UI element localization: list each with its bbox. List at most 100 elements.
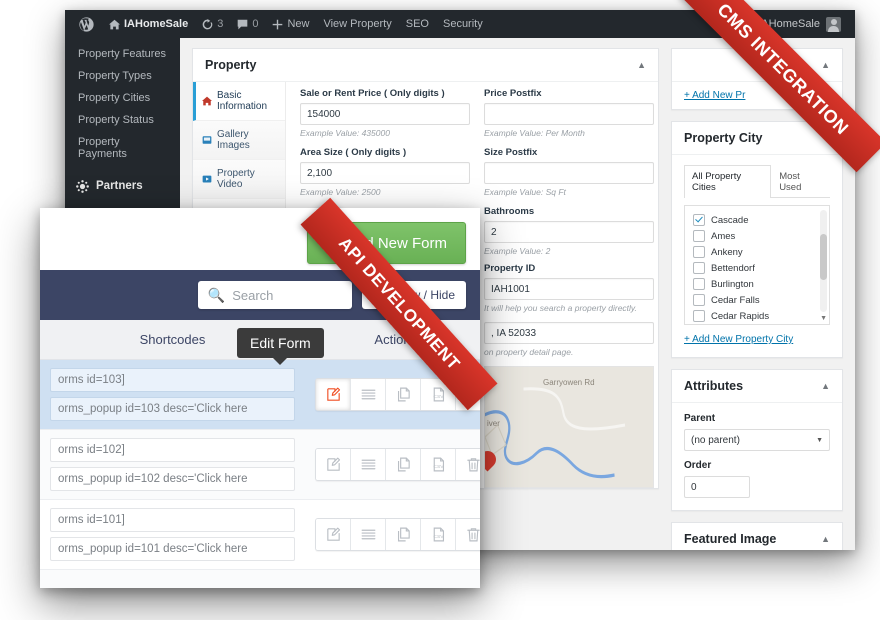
- attributes-header[interactable]: Attributes ▲: [672, 370, 842, 403]
- property-id-input[interactable]: IAH1001: [484, 278, 654, 300]
- table-row[interactable]: [40, 569, 480, 588]
- sidebar-item-partners[interactable]: Partners: [65, 172, 180, 200]
- shortcode-field[interactable]: orms id=102]: [50, 438, 295, 462]
- search-placeholder: Search: [232, 287, 274, 303]
- shortcodes-cell: orms id=102] orms_popup id=102 desc='Cli…: [40, 429, 305, 500]
- delete-icon[interactable]: [456, 449, 480, 480]
- export-csv-icon[interactable]: CSV: [421, 519, 456, 550]
- seo-link[interactable]: SEO: [399, 10, 436, 38]
- partners-icon: [75, 179, 89, 193]
- plus-icon: [273, 19, 283, 29]
- list-item[interactable]: Cedar Rapids: [685, 308, 829, 324]
- view-property-link[interactable]: View Property: [316, 10, 398, 38]
- edit-form-icon[interactable]: [316, 449, 351, 480]
- checkbox-bettendorf[interactable]: [693, 262, 705, 274]
- checkbox-burlington[interactable]: [693, 278, 705, 290]
- city-label: Burlington: [711, 278, 754, 290]
- wordpress-icon[interactable]: [71, 10, 102, 38]
- chevron-down-icon[interactable]: ▼: [820, 315, 827, 322]
- tab-all-property-cities[interactable]: All Property Cities: [684, 165, 772, 198]
- duplicate-icon[interactable]: [386, 379, 421, 410]
- bathrooms-input[interactable]: 2: [484, 221, 654, 243]
- chevron-up-icon[interactable]: ▲: [821, 381, 830, 391]
- security-link[interactable]: Security: [436, 10, 490, 38]
- checkbox-cascade[interactable]: [693, 214, 705, 226]
- size-postfix-input[interactable]: [484, 162, 654, 184]
- chevron-up-icon[interactable]: ▲: [821, 60, 830, 70]
- sidebar-item-property-payments[interactable]: Property Payments: [65, 131, 180, 165]
- featured-image-title: Featured Image: [684, 532, 777, 546]
- shortcode-field[interactable]: orms id=103]: [50, 368, 295, 392]
- price-postfix-input[interactable]: [484, 103, 654, 125]
- delete-icon[interactable]: [456, 519, 480, 550]
- page-title: Property: [205, 58, 257, 72]
- checkbox-ames[interactable]: [693, 230, 705, 242]
- sidebar-item-property-types[interactable]: Property Types: [65, 65, 180, 87]
- scrollbar[interactable]: [820, 210, 827, 312]
- tooltip-edit-form: Edit Form: [237, 328, 324, 365]
- admin-bar-site[interactable]: IAHomeSale: [102, 10, 195, 38]
- list-item[interactable]: Cedar Falls: [685, 292, 829, 308]
- field-label-area-size: Area Size ( Only digits ): [300, 147, 407, 158]
- new-content-button[interactable]: New: [265, 10, 316, 38]
- checkbox-cedar-falls[interactable]: [693, 294, 705, 306]
- checkbox-ankeny[interactable]: [693, 246, 705, 258]
- table-row[interactable]: orms id=101] orms_popup id=101 desc='Cli…: [40, 499, 480, 570]
- property-map[interactable]: Garryowen Rd iver: [484, 366, 654, 488]
- property-metabox-header[interactable]: Property ▲: [193, 49, 658, 82]
- list-item[interactable]: Bettendorf: [685, 260, 829, 276]
- entries-icon[interactable]: [351, 519, 386, 550]
- action-cell: CSV: [305, 499, 480, 570]
- table-row[interactable]: orms id=102] orms_popup id=102 desc='Cli…: [40, 429, 480, 500]
- map-pin-icon[interactable]: [485, 451, 496, 468]
- search-input[interactable]: 🔍 Search: [197, 281, 352, 309]
- list-item[interactable]: Ankeny: [685, 244, 829, 260]
- tab-gallery-images[interactable]: Gallery Images: [193, 121, 285, 160]
- city-checkbox-list[interactable]: Cascade Ames Ankeny Bettendorf Burlingto…: [684, 205, 830, 325]
- sidebar-item-property-status[interactable]: Property Status: [65, 109, 180, 131]
- shortcode-popup-field[interactable]: orms_popup id=101 desc='Click here: [50, 537, 295, 561]
- video-icon: [201, 174, 212, 185]
- action-cell: CSV: [305, 429, 480, 500]
- order-input[interactable]: 0: [684, 476, 750, 498]
- shortcode-field[interactable]: orms id=101]: [50, 508, 295, 532]
- add-new-property-city-link[interactable]: + Add New Property City: [684, 325, 830, 345]
- sale-price-input[interactable]: 154000: [300, 103, 470, 125]
- list-item[interactable]: Ames: [685, 228, 829, 244]
- address-input[interactable]: , IA 52033: [484, 322, 654, 344]
- parent-select[interactable]: (no parent) ▼: [684, 429, 830, 451]
- shortcode-popup-field[interactable]: orms_popup id=103 desc='Click here: [50, 397, 295, 421]
- chevron-up-icon[interactable]: ▲: [637, 60, 646, 70]
- entries-icon[interactable]: [351, 379, 386, 410]
- edit-form-icon[interactable]: [316, 379, 351, 410]
- duplicate-icon[interactable]: [386, 519, 421, 550]
- city-label: Ames: [711, 230, 736, 242]
- duplicate-icon[interactable]: [386, 449, 421, 480]
- export-csv-icon[interactable]: CSV: [421, 449, 456, 480]
- site-name: IAHomeSale: [124, 18, 189, 30]
- list-item[interactable]: Clinton: [685, 324, 829, 325]
- shortcode-popup-field[interactable]: orms_popup id=102 desc='Click here: [50, 467, 295, 491]
- updates-indicator[interactable]: 3: [195, 10, 230, 38]
- chevron-up-icon[interactable]: ▲: [821, 534, 830, 544]
- sidebar-item-property-cities[interactable]: Property Cities: [65, 87, 180, 109]
- tab-property-video[interactable]: Property Video: [193, 160, 285, 199]
- shortcodes-cell: orms id=103] orms_popup id=103 desc='Cli…: [40, 359, 305, 430]
- list-item[interactable]: Burlington: [685, 276, 829, 292]
- action-button-group: CSV: [315, 518, 480, 551]
- tab-basic-information[interactable]: Basic Information: [193, 82, 285, 121]
- avatar: [826, 16, 841, 32]
- table-row[interactable]: orms id=103] orms_popup id=103 desc='Cli…: [40, 359, 480, 430]
- checkbox-cedar-rapids[interactable]: [693, 310, 705, 322]
- svg-text:CSV: CSV: [433, 534, 444, 540]
- tab-most-used[interactable]: Most Used: [771, 165, 830, 198]
- attributes-title: Attributes: [684, 379, 744, 393]
- featured-image-header[interactable]: Featured Image ▲: [672, 523, 842, 550]
- comments-indicator[interactable]: 0: [230, 10, 265, 38]
- comments-count: 0: [252, 18, 259, 30]
- entries-icon[interactable]: [351, 449, 386, 480]
- edit-form-icon[interactable]: [316, 519, 351, 550]
- area-size-input[interactable]: 2,100: [300, 162, 470, 184]
- list-item[interactable]: Cascade: [685, 212, 829, 228]
- sidebar-item-property-features[interactable]: Property Features: [65, 42, 180, 65]
